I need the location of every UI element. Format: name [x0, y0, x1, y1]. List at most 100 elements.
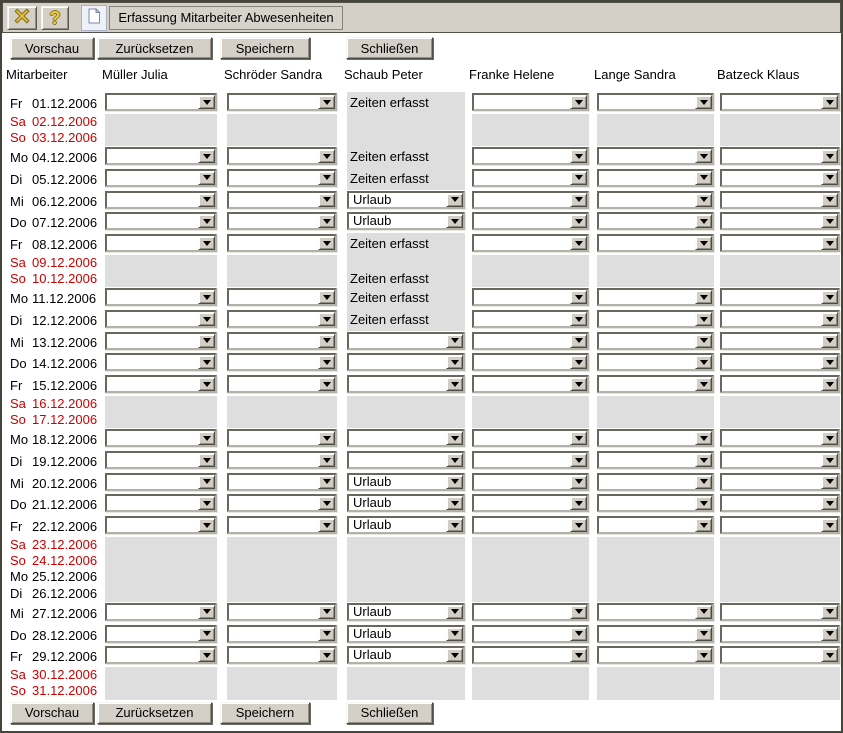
- absence-select[interactable]: Urlaub: [347, 212, 465, 230]
- absence-select[interactable]: [105, 310, 217, 328]
- chevron-down-icon[interactable]: [446, 518, 463, 532]
- chevron-down-icon[interactable]: [695, 236, 712, 250]
- absence-select[interactable]: [720, 473, 840, 491]
- absence-select[interactable]: [472, 375, 589, 393]
- absence-select[interactable]: Urlaub: [347, 191, 465, 209]
- chevron-down-icon[interactable]: [198, 496, 215, 510]
- absence-select[interactable]: [597, 516, 714, 534]
- absence-select[interactable]: [105, 625, 217, 643]
- action-button-vorschau[interactable]: Vorschau: [10, 37, 94, 59]
- absence-select[interactable]: [597, 169, 714, 187]
- chevron-down-icon[interactable]: [446, 627, 463, 641]
- chevron-down-icon[interactable]: [318, 496, 335, 510]
- chevron-down-icon[interactable]: [695, 193, 712, 207]
- absence-select[interactable]: [347, 451, 465, 469]
- chevron-down-icon[interactable]: [446, 334, 463, 348]
- absence-select[interactable]: [105, 288, 217, 306]
- absence-select[interactable]: [105, 234, 217, 252]
- absence-select[interactable]: [720, 234, 840, 252]
- absence-select[interactable]: [105, 191, 217, 209]
- chevron-down-icon[interactable]: [446, 431, 463, 445]
- chevron-down-icon[interactable]: [695, 290, 712, 304]
- chevron-down-icon[interactable]: [318, 648, 335, 662]
- absence-select[interactable]: [597, 353, 714, 371]
- absence-select[interactable]: [105, 494, 217, 512]
- chevron-down-icon[interactable]: [198, 377, 215, 391]
- chevron-down-icon[interactable]: [318, 214, 335, 228]
- chevron-down-icon[interactable]: [198, 290, 215, 304]
- chevron-down-icon[interactable]: [821, 431, 838, 445]
- absence-select[interactable]: [227, 310, 337, 328]
- absence-select[interactable]: [105, 375, 217, 393]
- chevron-down-icon[interactable]: [198, 453, 215, 467]
- chevron-down-icon[interactable]: [570, 171, 587, 185]
- absence-select[interactable]: [472, 429, 589, 447]
- chevron-down-icon[interactable]: [198, 312, 215, 326]
- close-window-button[interactable]: [7, 6, 37, 30]
- absence-select[interactable]: [347, 375, 465, 393]
- absence-select[interactable]: [597, 429, 714, 447]
- chevron-down-icon[interactable]: [318, 193, 335, 207]
- chevron-down-icon[interactable]: [318, 518, 335, 532]
- action-button-schlie-en[interactable]: Schließen: [346, 702, 433, 724]
- absence-select[interactable]: [472, 147, 589, 165]
- chevron-down-icon[interactable]: [318, 171, 335, 185]
- chevron-down-icon[interactable]: [821, 334, 838, 348]
- absence-select[interactable]: [105, 646, 217, 664]
- absence-select[interactable]: [227, 353, 337, 371]
- absence-select[interactable]: [227, 494, 337, 512]
- chevron-down-icon[interactable]: [446, 377, 463, 391]
- absence-select[interactable]: [472, 310, 589, 328]
- chevron-down-icon[interactable]: [570, 518, 587, 532]
- absence-select[interactable]: [105, 147, 217, 165]
- chevron-down-icon[interactable]: [821, 214, 838, 228]
- chevron-down-icon[interactable]: [695, 431, 712, 445]
- absence-select[interactable]: Urlaub: [347, 516, 465, 534]
- chevron-down-icon[interactable]: [695, 171, 712, 185]
- chevron-down-icon[interactable]: [446, 355, 463, 369]
- absence-select[interactable]: [105, 332, 217, 350]
- chevron-down-icon[interactable]: [318, 453, 335, 467]
- chevron-down-icon[interactable]: [570, 496, 587, 510]
- chevron-down-icon[interactable]: [821, 518, 838, 532]
- absence-select[interactable]: [597, 212, 714, 230]
- absence-select[interactable]: Urlaub: [347, 494, 465, 512]
- absence-select[interactable]: Urlaub: [347, 625, 465, 643]
- help-button[interactable]: ?: [41, 6, 69, 30]
- document-toolbar-item[interactable]: [81, 5, 107, 31]
- absence-select[interactable]: [227, 646, 337, 664]
- absence-select[interactable]: [597, 191, 714, 209]
- chevron-down-icon[interactable]: [446, 605, 463, 619]
- absence-select[interactable]: [227, 516, 337, 534]
- absence-select[interactable]: [597, 451, 714, 469]
- chevron-down-icon[interactable]: [570, 355, 587, 369]
- absence-select[interactable]: [227, 473, 337, 491]
- chevron-down-icon[interactable]: [570, 605, 587, 619]
- chevron-down-icon[interactable]: [821, 475, 838, 489]
- absence-select[interactable]: [597, 603, 714, 621]
- absence-select[interactable]: [720, 451, 840, 469]
- chevron-down-icon[interactable]: [318, 334, 335, 348]
- chevron-down-icon[interactable]: [695, 377, 712, 391]
- absence-select[interactable]: [347, 332, 465, 350]
- absence-select[interactable]: [597, 288, 714, 306]
- chevron-down-icon[interactable]: [695, 453, 712, 467]
- chevron-down-icon[interactable]: [198, 334, 215, 348]
- absence-select[interactable]: [597, 310, 714, 328]
- chevron-down-icon[interactable]: [570, 475, 587, 489]
- absence-select[interactable]: [472, 646, 589, 664]
- chevron-down-icon[interactable]: [198, 431, 215, 445]
- absence-select[interactable]: [720, 646, 840, 664]
- absence-select[interactable]: [597, 332, 714, 350]
- chevron-down-icon[interactable]: [318, 431, 335, 445]
- chevron-down-icon[interactable]: [570, 290, 587, 304]
- absence-select[interactable]: [105, 212, 217, 230]
- absence-select[interactable]: [720, 191, 840, 209]
- chevron-down-icon[interactable]: [695, 214, 712, 228]
- chevron-down-icon[interactable]: [821, 648, 838, 662]
- absence-select[interactable]: [227, 234, 337, 252]
- absence-select[interactable]: [472, 191, 589, 209]
- chevron-down-icon[interactable]: [695, 475, 712, 489]
- absence-select[interactable]: [472, 603, 589, 621]
- absence-select[interactable]: [472, 234, 589, 252]
